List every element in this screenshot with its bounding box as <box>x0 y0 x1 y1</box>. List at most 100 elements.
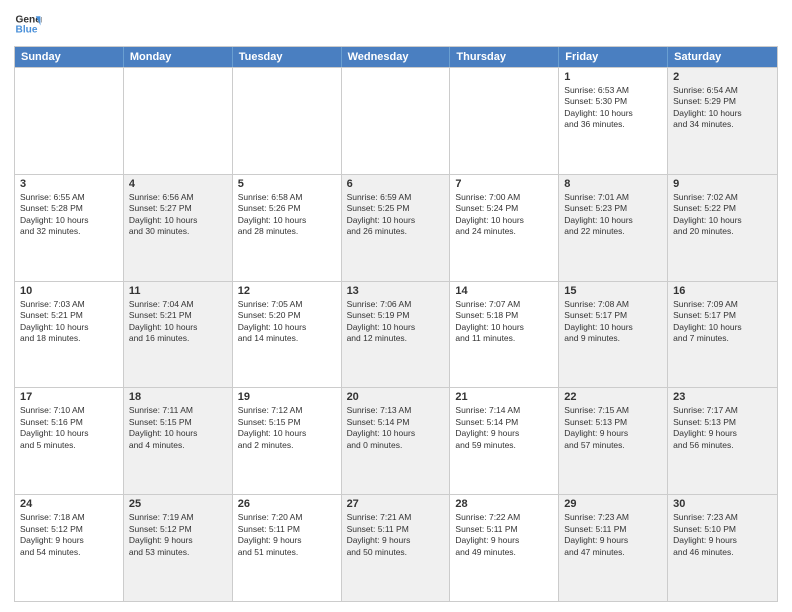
day-cell-10: 10 Sunrise: 7:03 AM Sunset: 5:21 PM Dayli… <box>15 282 124 388</box>
day-info: Sunrise: 6:59 AM Sunset: 5:25 PM Dayligh… <box>347 192 445 238</box>
day-cell-3: 3Sunrise: 6:55 AM Sunset: 5:28 PM Daylig… <box>15 175 124 281</box>
day-info: Sunrise: 6:55 AM Sunset: 5:28 PM Dayligh… <box>20 192 118 238</box>
day-cell-18: 18 Sunrise: 7:11 AM Sunset: 5:15 PM Dayli… <box>124 388 233 494</box>
day-info: Sunrise: 7:23 AM Sunset: 5:11 PM Dayligh… <box>564 512 662 558</box>
day-info: Sunrise: 7:21 AM Sunset: 5:11 PM Dayligh… <box>347 512 445 558</box>
day-number: 30 <box>673 498 772 510</box>
empty-cell <box>124 68 233 174</box>
header: General Blue <box>14 10 778 38</box>
day-cell-30: 30 Sunrise: 7:23 AM Sunset: 5:10 PM Dayli… <box>668 495 777 601</box>
day-number: 8 <box>564 178 662 190</box>
day-number: 17 <box>20 391 118 403</box>
day-info: Sunrise: 7:11 AM Sunset: 5:15 PM Dayligh… <box>129 405 227 451</box>
day-info: Sunrise: 7:23 AM Sunset: 5:10 PM Dayligh… <box>673 512 772 558</box>
day-info: Sunrise: 7:14 AM Sunset: 5:14 PM Dayligh… <box>455 405 553 451</box>
day-number: 22 <box>564 391 662 403</box>
day-cell-23: 23Sunrise: 7:17 AM Sunset: 5:13 PM Dayli… <box>668 388 777 494</box>
day-number: 20 <box>347 391 445 403</box>
day-info: Sunrise: 7:07 AM Sunset: 5:18 PM Dayligh… <box>455 299 553 345</box>
day-number: 14 <box>455 285 553 297</box>
day-cell-14: 14 Sunrise: 7:07 AM Sunset: 5:18 PM Dayli… <box>450 282 559 388</box>
day-info: Sunrise: 7:06 AM Sunset: 5:19 PM Dayligh… <box>347 299 445 345</box>
day-info: Sunrise: 6:56 AM Sunset: 5:27 PM Dayligh… <box>129 192 227 238</box>
day-number: 16 <box>673 285 772 297</box>
day-cell-29: 29 Sunrise: 7:23 AM Sunset: 5:11 PM Dayli… <box>559 495 668 601</box>
day-info: Sunrise: 7:10 AM Sunset: 5:16 PM Dayligh… <box>20 405 118 451</box>
day-cell-11: 11 Sunrise: 7:04 AM Sunset: 5:21 PM Dayli… <box>124 282 233 388</box>
day-info: Sunrise: 6:53 AM Sunset: 5:30 PM Dayligh… <box>564 85 662 131</box>
logo: General Blue <box>14 10 42 38</box>
empty-cell <box>342 68 451 174</box>
day-info: Sunrise: 7:00 AM Sunset: 5:24 PM Dayligh… <box>455 192 553 238</box>
day-number: 19 <box>238 391 336 403</box>
header-day-wednesday: Wednesday <box>342 47 451 67</box>
day-number: 23 <box>673 391 772 403</box>
day-info: Sunrise: 7:15 AM Sunset: 5:13 PM Dayligh… <box>564 405 662 451</box>
day-number: 29 <box>564 498 662 510</box>
day-info: Sunrise: 6:58 AM Sunset: 5:26 PM Dayligh… <box>238 192 336 238</box>
day-number: 13 <box>347 285 445 297</box>
day-cell-22: 22 Sunrise: 7:15 AM Sunset: 5:13 PM Dayli… <box>559 388 668 494</box>
day-number: 10 <box>20 285 118 297</box>
logo-icon: General Blue <box>14 10 42 38</box>
day-info: Sunrise: 7:05 AM Sunset: 5:20 PM Dayligh… <box>238 299 336 345</box>
day-cell-17: 17 Sunrise: 7:10 AM Sunset: 5:16 PM Dayli… <box>15 388 124 494</box>
day-number: 15 <box>564 285 662 297</box>
header-day-sunday: Sunday <box>15 47 124 67</box>
day-number: 6 <box>347 178 445 190</box>
day-number: 27 <box>347 498 445 510</box>
calendar-header: SundayMondayTuesdayWednesdayThursdayFrid… <box>15 47 777 67</box>
day-cell-7: 7 Sunrise: 7:00 AM Sunset: 5:24 PM Daylig… <box>450 175 559 281</box>
day-number: 1 <box>564 71 662 83</box>
day-number: 21 <box>455 391 553 403</box>
day-info: Sunrise: 7:08 AM Sunset: 5:17 PM Dayligh… <box>564 299 662 345</box>
day-info: Sunrise: 7:04 AM Sunset: 5:21 PM Dayligh… <box>129 299 227 345</box>
day-number: 5 <box>238 178 336 190</box>
week-row-2: 10 Sunrise: 7:03 AM Sunset: 5:21 PM Dayli… <box>15 281 777 388</box>
day-number: 28 <box>455 498 553 510</box>
day-cell-15: 15 Sunrise: 7:08 AM Sunset: 5:17 PM Dayli… <box>559 282 668 388</box>
header-day-monday: Monday <box>124 47 233 67</box>
empty-cell <box>233 68 342 174</box>
week-row-1: 3Sunrise: 6:55 AM Sunset: 5:28 PM Daylig… <box>15 174 777 281</box>
day-cell-5: 5 Sunrise: 6:58 AM Sunset: 5:26 PM Daylig… <box>233 175 342 281</box>
day-cell-21: 21 Sunrise: 7:14 AM Sunset: 5:14 PM Dayli… <box>450 388 559 494</box>
day-info: Sunrise: 7:13 AM Sunset: 5:14 PM Dayligh… <box>347 405 445 451</box>
day-cell-28: 28Sunrise: 7:22 AM Sunset: 5:11 PM Dayli… <box>450 495 559 601</box>
day-cell-9: 9Sunrise: 7:02 AM Sunset: 5:22 PM Daylig… <box>668 175 777 281</box>
header-day-thursday: Thursday <box>450 47 559 67</box>
day-info: Sunrise: 7:20 AM Sunset: 5:11 PM Dayligh… <box>238 512 336 558</box>
day-info: Sunrise: 6:54 AM Sunset: 5:29 PM Dayligh… <box>673 85 772 131</box>
empty-cell <box>450 68 559 174</box>
header-day-tuesday: Tuesday <box>233 47 342 67</box>
day-number: 7 <box>455 178 553 190</box>
header-day-saturday: Saturday <box>668 47 777 67</box>
day-cell-25: 25Sunrise: 7:19 AM Sunset: 5:12 PM Dayli… <box>124 495 233 601</box>
day-number: 12 <box>238 285 336 297</box>
day-number: 18 <box>129 391 227 403</box>
day-number: 9 <box>673 178 772 190</box>
day-cell-8: 8 Sunrise: 7:01 AM Sunset: 5:23 PM Daylig… <box>559 175 668 281</box>
day-cell-6: 6 Sunrise: 6:59 AM Sunset: 5:25 PM Daylig… <box>342 175 451 281</box>
day-number: 11 <box>129 285 227 297</box>
empty-cell <box>15 68 124 174</box>
header-day-friday: Friday <box>559 47 668 67</box>
calendar: SundayMondayTuesdayWednesdayThursdayFrid… <box>14 46 778 602</box>
day-cell-13: 13 Sunrise: 7:06 AM Sunset: 5:19 PM Dayli… <box>342 282 451 388</box>
day-cell-16: 16 Sunrise: 7:09 AM Sunset: 5:17 PM Dayli… <box>668 282 777 388</box>
calendar-body: 1 Sunrise: 6:53 AM Sunset: 5:30 PM Daylig… <box>15 67 777 601</box>
day-info: Sunrise: 7:19 AM Sunset: 5:12 PM Dayligh… <box>129 512 227 558</box>
day-info: Sunrise: 7:09 AM Sunset: 5:17 PM Dayligh… <box>673 299 772 345</box>
day-cell-26: 26 Sunrise: 7:20 AM Sunset: 5:11 PM Dayli… <box>233 495 342 601</box>
day-info: Sunrise: 7:03 AM Sunset: 5:21 PM Dayligh… <box>20 299 118 345</box>
page: General Blue SundayMondayTuesdayWednesda… <box>0 0 792 612</box>
day-cell-27: 27 Sunrise: 7:21 AM Sunset: 5:11 PM Dayli… <box>342 495 451 601</box>
day-info: Sunrise: 7:01 AM Sunset: 5:23 PM Dayligh… <box>564 192 662 238</box>
day-cell-24: 24Sunrise: 7:18 AM Sunset: 5:12 PM Dayli… <box>15 495 124 601</box>
day-number: 24 <box>20 498 118 510</box>
day-cell-4: 4Sunrise: 6:56 AM Sunset: 5:27 PM Daylig… <box>124 175 233 281</box>
week-row-0: 1 Sunrise: 6:53 AM Sunset: 5:30 PM Daylig… <box>15 67 777 174</box>
day-cell-12: 12 Sunrise: 7:05 AM Sunset: 5:20 PM Dayli… <box>233 282 342 388</box>
week-row-4: 24Sunrise: 7:18 AM Sunset: 5:12 PM Dayli… <box>15 494 777 601</box>
day-number: 26 <box>238 498 336 510</box>
